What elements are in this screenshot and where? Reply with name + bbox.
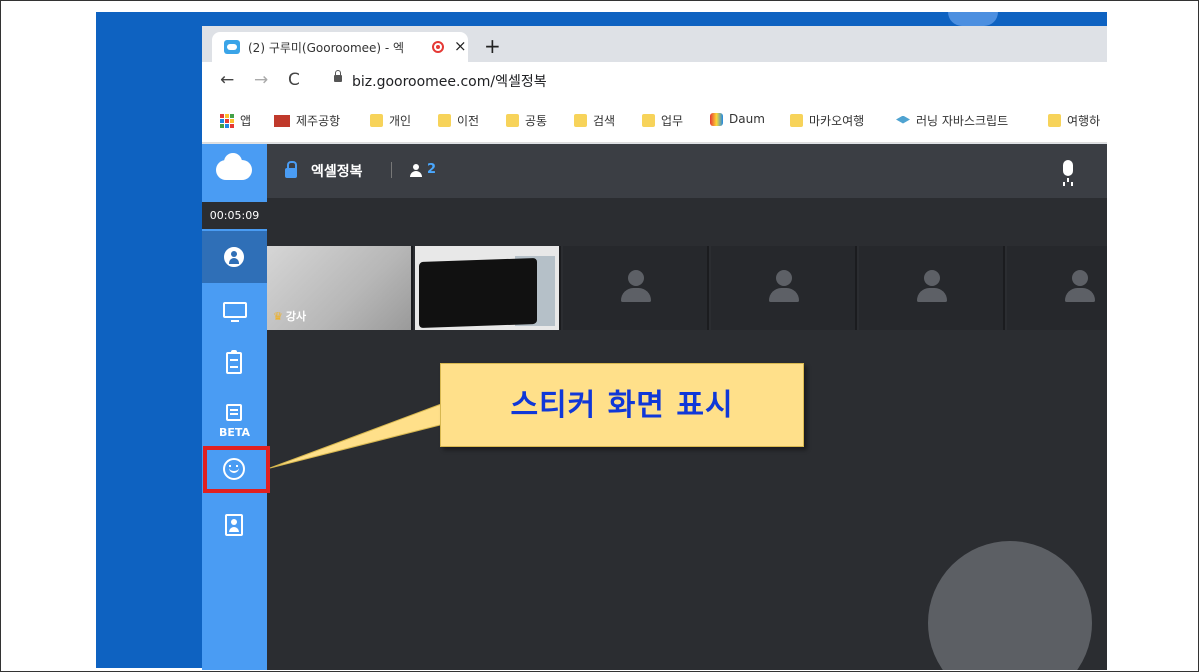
folder-icon bbox=[506, 114, 519, 127]
video-tile-host[interactable]: ♛ 강사 bbox=[267, 246, 413, 330]
sidebar-item-contacts[interactable] bbox=[202, 506, 267, 558]
url-field[interactable]: biz.gooroomee.com/엑셀정복 bbox=[352, 71, 547, 91]
floating-control-button[interactable] bbox=[928, 541, 1092, 670]
redaction-scribble bbox=[419, 257, 537, 329]
bookmark-label: 이전 bbox=[457, 114, 480, 128]
beta-badge: BETA bbox=[218, 426, 251, 439]
cloud-logo-icon bbox=[216, 153, 252, 180]
lock-icon bbox=[334, 70, 342, 82]
person-placeholder-icon bbox=[769, 270, 799, 306]
bookmarks-bar: 앱 제주공항 개인 이전 공통 검색 업무 Daum 마카오여행 러닝 자바스크… bbox=[202, 98, 1107, 143]
folder-icon bbox=[438, 114, 451, 127]
video-tile-label: ♛ 강사 bbox=[273, 308, 306, 324]
bookmark-label: 업무 bbox=[661, 114, 684, 128]
folder-icon bbox=[574, 114, 587, 127]
tab-title: (2) 구루미(Gooroomee) - 엑 bbox=[248, 41, 405, 55]
address-bar-row: ← → C biz.gooroomee.com/엑셀정복 bbox=[202, 62, 1107, 98]
bookmark-folder-travel[interactable]: 여행하 bbox=[1048, 112, 1100, 129]
video-tile-empty[interactable] bbox=[859, 246, 1005, 330]
padlock-icon bbox=[285, 161, 297, 178]
person-placeholder-icon bbox=[917, 270, 947, 306]
daum-icon bbox=[710, 112, 723, 126]
bookmark-label: 여행하 bbox=[1067, 114, 1101, 128]
bookmark-folder-macau[interactable]: 마카오여행 bbox=[790, 112, 864, 129]
crown-icon: ♛ bbox=[273, 310, 283, 323]
video-tile-empty[interactable] bbox=[1007, 246, 1107, 330]
tab-close-button[interactable]: × bbox=[454, 37, 467, 55]
bookmark-label: Daum bbox=[729, 112, 765, 126]
bookmark-folder-work[interactable]: 업무 bbox=[642, 112, 683, 129]
gooroomee-favicon-icon bbox=[224, 40, 240, 54]
new-tab-button[interactable]: + bbox=[484, 36, 501, 56]
monitor-icon bbox=[223, 302, 247, 322]
room-name: 엑셀정복 bbox=[311, 164, 363, 180]
video-strip: ♛ 강사 bbox=[267, 246, 1107, 330]
person-placeholder-icon bbox=[1065, 270, 1095, 306]
reload-button[interactable]: C bbox=[288, 70, 300, 90]
bookmark-label: 공통 bbox=[525, 114, 548, 128]
bookmark-apps[interactable]: 앱 bbox=[220, 112, 251, 129]
folder-icon bbox=[790, 114, 803, 127]
clipboard-icon bbox=[226, 350, 242, 374]
sidebar-item-participants[interactable] bbox=[202, 231, 267, 283]
sidebar-item-notes[interactable]: BETA bbox=[202, 398, 267, 450]
bookmark-jeju-airport[interactable]: 제주공항 bbox=[274, 112, 340, 129]
desktop-background-bump bbox=[948, 12, 998, 26]
bookmark-learning-js[interactable]: 러닝 자바스크립트 bbox=[896, 112, 1008, 129]
kac-logo-icon bbox=[274, 114, 290, 127]
recording-icon bbox=[432, 41, 444, 53]
callout-label: 스티커 화면 표시 bbox=[440, 363, 804, 447]
video-tile-participant[interactable] bbox=[415, 246, 561, 330]
bookmark-label: 개인 bbox=[389, 114, 412, 128]
browser-window: (2) 구루미(Gooroomee) - 엑 × + ← → C biz.goo… bbox=[202, 26, 1107, 144]
graduation-cap-icon bbox=[896, 115, 910, 124]
room-header: 엑셀정복 2 bbox=[267, 144, 1107, 198]
bookmark-label: 앱 bbox=[240, 114, 252, 128]
folder-icon bbox=[370, 114, 383, 127]
bookmark-daum[interactable]: Daum bbox=[710, 112, 765, 126]
sidebar-item-screen-share[interactable] bbox=[202, 286, 267, 338]
bookmark-folder-personal[interactable]: 개인 bbox=[370, 112, 411, 129]
bookmark-label: 검색 bbox=[593, 114, 616, 128]
contact-card-icon bbox=[225, 514, 243, 536]
session-timer: 00:05:09 bbox=[202, 202, 267, 229]
participant-icon bbox=[410, 164, 422, 177]
bookmark-folder-previous[interactable]: 이전 bbox=[438, 112, 479, 129]
forward-button[interactable]: → bbox=[254, 70, 268, 90]
folder-icon bbox=[642, 114, 655, 127]
sidebar: 00:05:09 BETA bbox=[202, 144, 267, 670]
note-edit-icon bbox=[226, 404, 242, 421]
host-label: 강사 bbox=[285, 310, 307, 323]
bookmark-folder-search[interactable]: 검색 bbox=[574, 112, 615, 129]
video-tile-empty[interactable] bbox=[563, 246, 709, 330]
bookmark-folder-common[interactable]: 공통 bbox=[506, 112, 547, 129]
apps-icon bbox=[220, 113, 234, 128]
bookmark-label: 제주공항 bbox=[296, 114, 341, 128]
participant-count: 2 bbox=[427, 162, 437, 177]
microphone-icon[interactable] bbox=[1063, 160, 1073, 182]
header-divider bbox=[391, 162, 392, 178]
person-placeholder-icon bbox=[621, 270, 651, 306]
folder-icon bbox=[1048, 114, 1061, 127]
highlight-box bbox=[203, 446, 270, 493]
browser-tab[interactable]: (2) 구루미(Gooroomee) - 엑 × bbox=[212, 32, 468, 62]
back-button[interactable]: ← bbox=[220, 70, 234, 90]
video-tile-empty[interactable] bbox=[711, 246, 857, 330]
bookmark-label: 마카오여행 bbox=[809, 114, 865, 128]
bookmark-label: 러닝 자바스크립트 bbox=[916, 114, 1009, 128]
user-circle-icon bbox=[224, 247, 244, 267]
sidebar-item-clipboard[interactable] bbox=[202, 340, 267, 392]
